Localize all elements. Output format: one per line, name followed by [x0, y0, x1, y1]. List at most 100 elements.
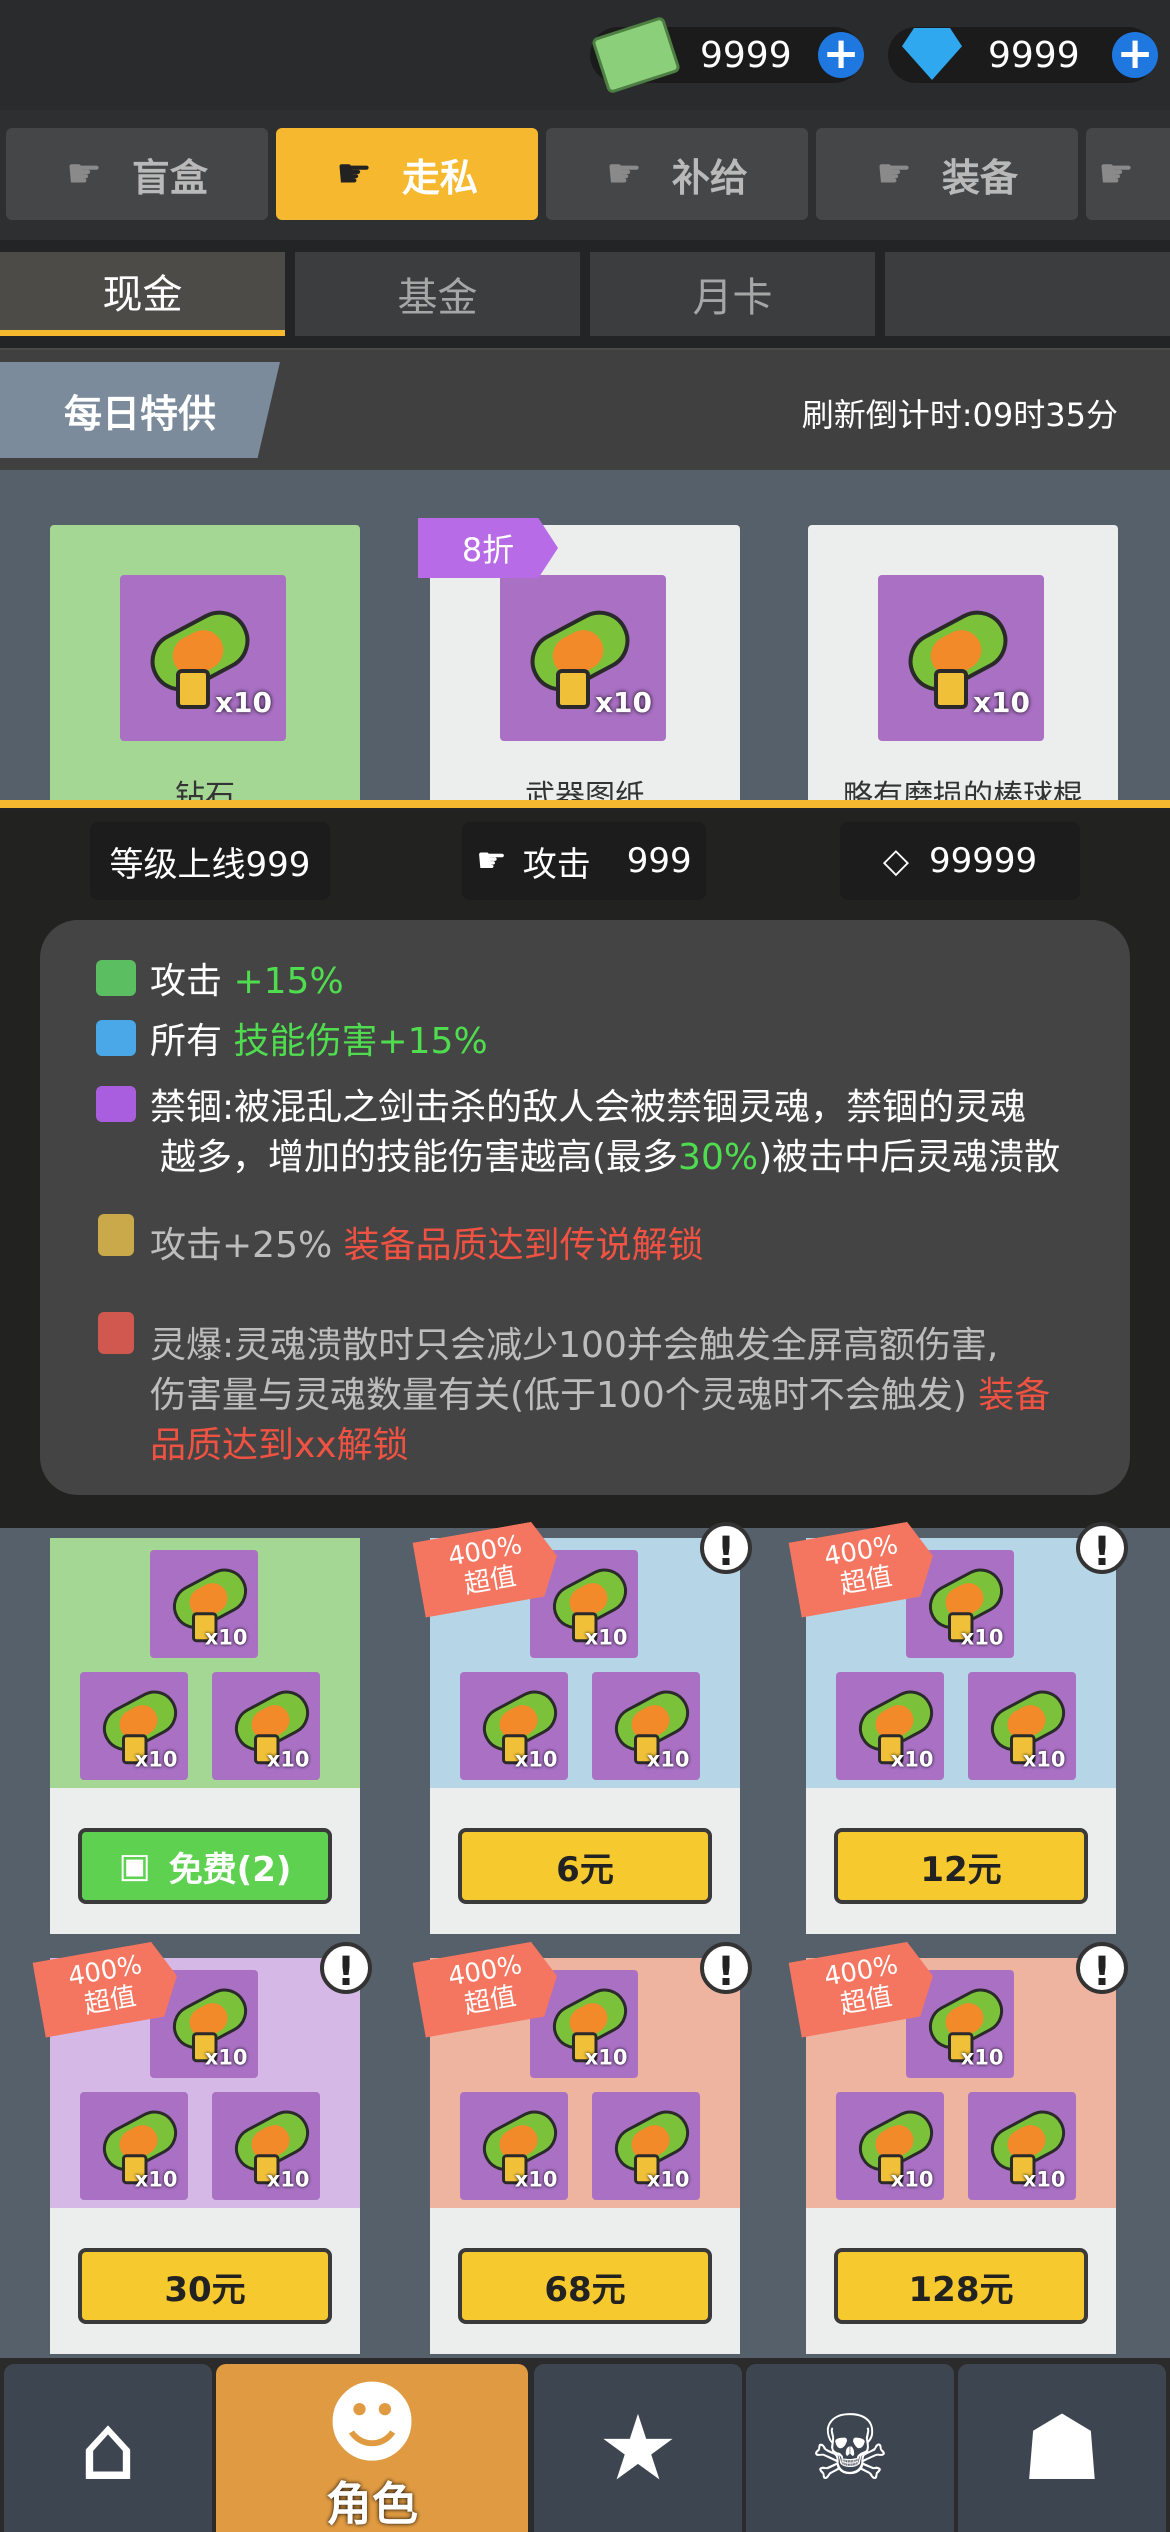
tab-empty[interactable] — [885, 252, 1170, 336]
attack-pill: ☛ 攻击 999 — [462, 822, 706, 900]
video-icon: ▣ — [118, 1846, 151, 1886]
nav-talent[interactable]: ★ — [534, 2364, 742, 2532]
shop-pack[interactable]: x10 x10 x10 12元 400% 超值! — [806, 1538, 1128, 1934]
tab-cash[interactable]: 现金 — [0, 252, 285, 336]
sub-tabs: 现金 基金 月卡 — [0, 240, 1170, 348]
info-icon[interactable]: ! — [700, 1522, 752, 1575]
tab-smuggle[interactable]: ☛ 走私 — [276, 128, 538, 220]
lock-icon — [98, 1214, 134, 1256]
pack-buy-button[interactable]: 12元 — [834, 1828, 1088, 1904]
water-gun-icon: x10 — [982, 1682, 1073, 1772]
pistol-icon: ☛ — [336, 151, 372, 197]
divider-line — [0, 800, 1170, 808]
item-slot: x10 — [212, 1672, 320, 1780]
info-icon[interactable]: ! — [700, 1942, 752, 1995]
diamond-outline-icon: ◇ — [882, 841, 909, 881]
cash-counter: 9999 + — [590, 15, 870, 95]
nav-battle[interactable]: ☠ — [746, 2364, 954, 2532]
daily-card-diamond[interactable]: x10 钻石 — [50, 525, 360, 805]
info-icon[interactable]: ! — [1076, 1522, 1128, 1575]
gem-value: 9999 — [988, 34, 1080, 76]
item-slot: x10 — [968, 2092, 1076, 2200]
pack-buy-button[interactable]: 6元 — [458, 1828, 712, 1904]
tooltip-line-imprison-2: 越多，增加的技能伤害越高(最多30%)被击中后灵魂溃散 — [160, 1137, 1061, 1178]
water-gun-icon: x10 — [138, 600, 272, 719]
item-slot: x10 — [592, 2092, 700, 2200]
item-slot: x10 — [878, 575, 1044, 741]
nav-shop[interactable]: ⌂ — [4, 2364, 212, 2532]
imprison-icon — [96, 1086, 136, 1122]
gem-cost-pill: ◇ 99999 — [840, 822, 1080, 900]
pack-buy-button[interactable]: 30元 — [78, 2248, 332, 2324]
shop-icon: ⌂ — [79, 2395, 137, 2501]
pistol-icon: ☛ — [606, 151, 642, 197]
water-gun-icon: x10 — [518, 600, 652, 719]
info-icon[interactable]: ! — [1076, 1942, 1128, 1995]
item-slot: x10 — [500, 575, 666, 741]
water-gun-icon: x10 — [850, 1682, 941, 1772]
discount-tag: 8折 — [418, 518, 558, 578]
tab-fund[interactable]: 基金 — [295, 252, 580, 336]
item-slot: x10 — [836, 1672, 944, 1780]
water-gun-icon: x10 — [606, 2102, 697, 2192]
tab-supply[interactable]: ☛ 补给 — [546, 128, 808, 220]
water-gun-icon: x10 — [896, 600, 1030, 719]
water-gun-icon: x10 — [544, 1560, 635, 1650]
attack-icon — [96, 960, 136, 996]
shop-pack[interactable]: x10 x10 x10 128元 400% 超值! — [806, 1958, 1128, 2354]
pack-buy-button[interactable]: 68元 — [458, 2248, 712, 2324]
tooltip-line-attack: 攻击 +15% — [150, 961, 344, 1002]
pistol-icon: ☛ — [1098, 151, 1134, 197]
item-slot: x10 — [212, 2092, 320, 2200]
skill-icon — [96, 1020, 136, 1056]
water-gun-icon: x10 — [474, 1682, 565, 1772]
water-gun-icon: x10 — [164, 1980, 255, 2070]
add-cash-button[interactable]: + — [818, 32, 864, 78]
skull-icon: ☠ — [809, 2395, 891, 2501]
water-gun-icon: x10 — [474, 2102, 565, 2192]
water-gun-icon: x10 — [850, 2102, 941, 2192]
category-tabs: ☛ 盲盒 ☛ 走私 ☛ 补给 ☛ 装备 ☛ — [0, 110, 1170, 240]
shop-pack[interactable]: x10 x10 x10 68元 400% 超值! — [430, 1958, 752, 2354]
pack-buy-button[interactable]: 128元 — [834, 2248, 1088, 2324]
item-slot: x10 — [150, 1550, 258, 1658]
water-gun-icon: x10 — [920, 1560, 1011, 1650]
item-slot: x10 — [80, 1672, 188, 1780]
currency-bar: 9999 + 9999 + — [0, 0, 1170, 110]
item-slot: x10 — [460, 2092, 568, 2200]
add-gem-button[interactable]: + — [1112, 32, 1158, 78]
water-gun-icon: x10 — [226, 1682, 317, 1772]
tab-blind-box[interactable]: ☛ 盲盒 — [6, 128, 268, 220]
gang-icon: ☗ — [1021, 2395, 1103, 2501]
water-gun-icon: x10 — [982, 2102, 1073, 2192]
pistol-icon: ☛ — [66, 151, 102, 197]
item-slot: x10 — [460, 1672, 568, 1780]
item-slot: x10 — [968, 1672, 1076, 1780]
level-cap-pill: 等级上线999 — [90, 822, 330, 900]
daily-card-bat[interactable]: x10 略有磨损的棒球棍 — [808, 525, 1118, 805]
water-gun-icon: x10 — [226, 2102, 317, 2192]
nav-gang[interactable]: ☗ — [958, 2364, 1166, 2532]
item-slot: x10 — [592, 1672, 700, 1780]
shop-pack[interactable]: x10 x10 x10 30元 400% 超值! — [50, 1958, 372, 2354]
tab-equipment[interactable]: ☛ 装备 — [816, 128, 1078, 220]
item-slot: x10 — [836, 2092, 944, 2200]
nav-character-label: 角色 — [326, 2477, 418, 2531]
refresh-countdown: 刷新倒计时:09时35分 — [801, 396, 1118, 434]
info-icon[interactable]: ! — [320, 1942, 372, 1995]
gem-counter: 9999 + — [888, 22, 1164, 88]
tooltip-line-skill: 所有 技能伤害+15% — [150, 1021, 488, 1062]
water-gun-icon: x10 — [920, 1980, 1011, 2070]
shop-pack[interactable]: x10 x10 x10 6元 400% 超值! — [430, 1538, 752, 1934]
tooltip-line-soul-burst-3: 品质达到xx解锁 — [150, 1425, 409, 1466]
tab-more[interactable]: ☛ — [1086, 128, 1170, 220]
tab-monthly-card[interactable]: 月卡 — [590, 252, 875, 336]
shop-pack[interactable]: x10 x10 x10 ▣ 免费(2) — [50, 1538, 360, 1934]
tooltip-line-imprison-1: 禁锢:被混乱之剑击杀的敌人会被禁锢灵魂，禁锢的灵魂 — [150, 1087, 1027, 1128]
pack-buy-button[interactable]: ▣ 免费(2) — [78, 1828, 332, 1904]
tooltip-line-locked-attack: 攻击+25% 装备品质达到传说解锁 — [150, 1225, 704, 1266]
pistol-icon: ☛ — [476, 841, 507, 881]
water-gun-icon: x10 — [94, 1682, 185, 1772]
tooltip-line-soul-burst-2: 伤害量与灵魂数量有关(低于100个灵魂时不会触发) 装备 — [150, 1375, 1051, 1416]
water-gun-icon: x10 — [606, 1682, 697, 1772]
